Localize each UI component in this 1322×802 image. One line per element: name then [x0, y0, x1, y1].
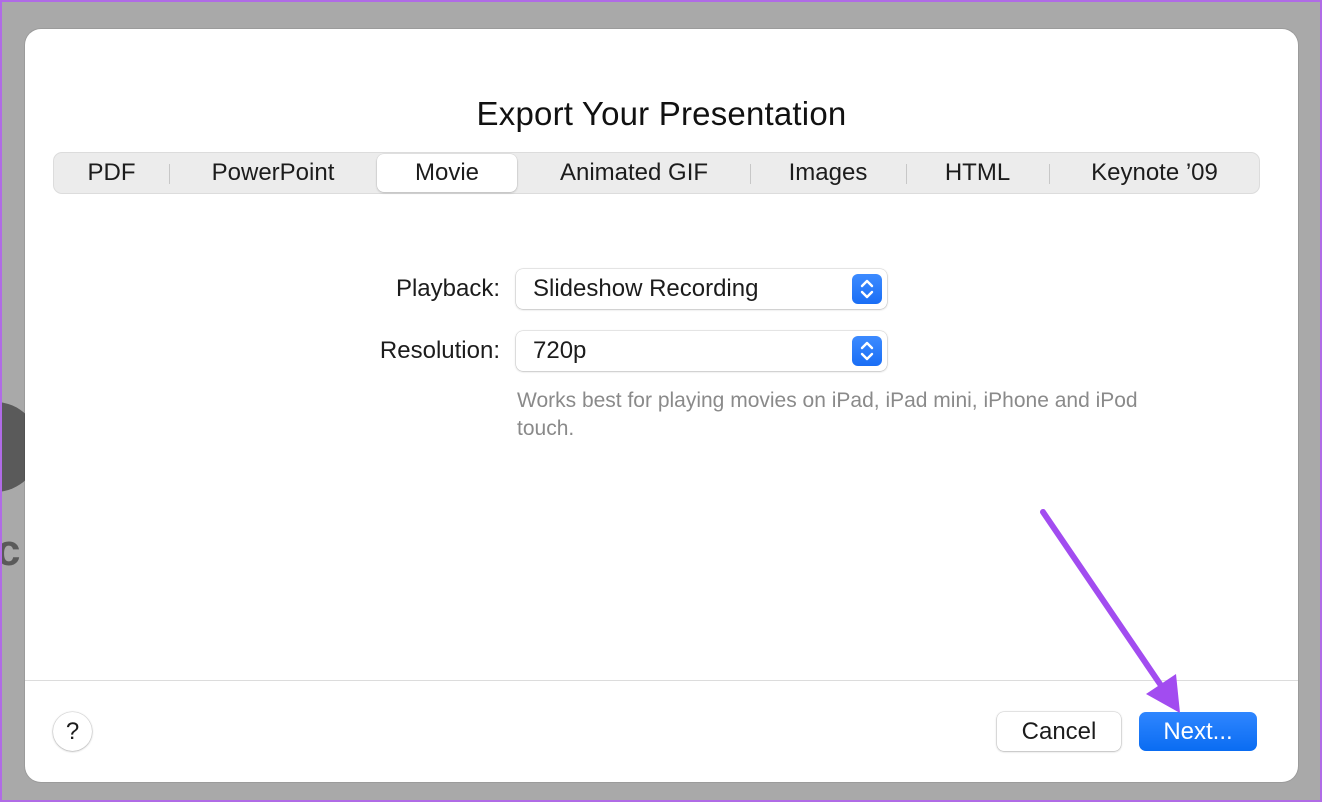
screenshot-frame: c Export Your Presentation PDF PowerPoin…	[0, 0, 1322, 802]
playback-value: Slideshow Recording	[533, 275, 759, 302]
tab-images[interactable]: Images	[751, 153, 905, 193]
dialog-title: Export Your Presentation	[476, 95, 847, 132]
export-format-tabs: PDF PowerPoint Movie Animated GIF Images…	[53, 152, 1260, 194]
up-down-chevron-icon[interactable]	[852, 336, 882, 366]
help-button[interactable]: ?	[53, 712, 92, 751]
playback-select[interactable]: Slideshow Recording	[516, 269, 887, 309]
up-down-chevron-icon[interactable]	[852, 274, 882, 304]
tab-movie[interactable]: Movie	[377, 154, 517, 192]
resolution-hint: Works best for playing movies on iPad, i…	[517, 389, 1138, 440]
next-button[interactable]: Next...	[1139, 712, 1257, 751]
resolution-select[interactable]: 720p	[516, 331, 887, 371]
tab-keynote-09[interactable]: Keynote ’09	[1050, 153, 1259, 193]
playback-label: Playback:	[395, 275, 500, 302]
footer-divider	[25, 680, 1298, 681]
cancel-button[interactable]: Cancel	[997, 712, 1121, 751]
background-text-fragment: c	[2, 526, 20, 576]
resolution-label: Resolution:	[379, 337, 500, 364]
resolution-value: 720p	[533, 337, 587, 364]
export-dialog: Export Your Presentation PDF PowerPoint …	[25, 29, 1298, 782]
tab-pdf[interactable]: PDF	[54, 153, 169, 193]
tab-html[interactable]: HTML	[907, 153, 1048, 193]
tab-animated-gif[interactable]: Animated GIF	[519, 153, 749, 193]
tab-powerpoint[interactable]: PowerPoint	[170, 153, 376, 193]
